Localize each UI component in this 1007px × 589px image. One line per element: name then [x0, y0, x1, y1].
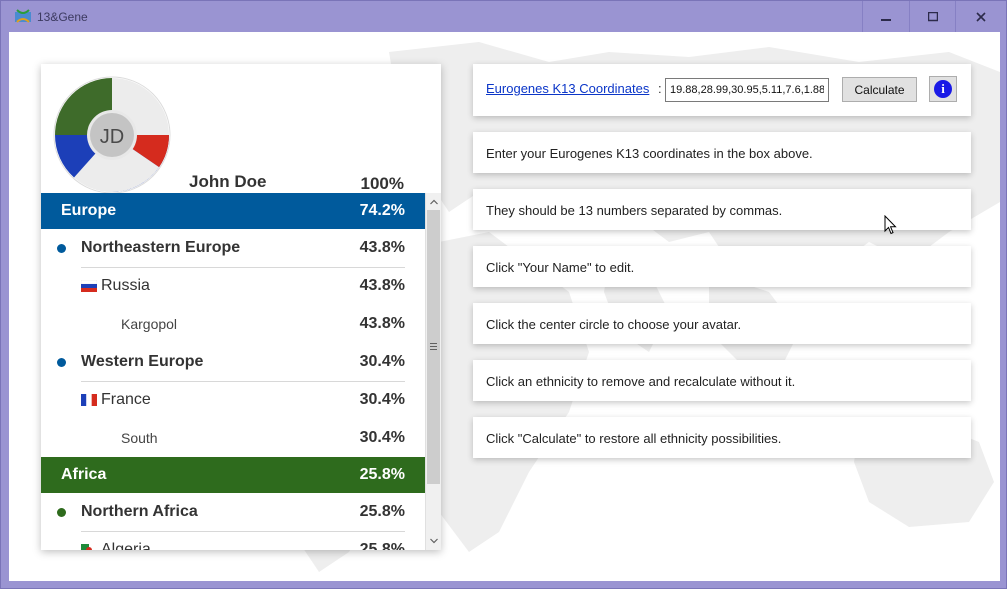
pie-chart-svg: JD	[52, 75, 172, 195]
ancestry-scrollbar[interactable]	[425, 193, 441, 550]
coordinates-input[interactable]	[665, 78, 829, 102]
minimize-icon	[880, 18, 891, 21]
ancestry-percent: 30.4%	[359, 429, 405, 446]
row-divider	[81, 531, 405, 532]
ancestry-percent: 25.8%	[359, 503, 405, 520]
russia-flag-icon	[81, 280, 97, 292]
scroll-down-button[interactable]	[426, 533, 441, 549]
ancestry-label: Africa	[61, 466, 107, 483]
title-bar[interactable]: 13&Gene	[1, 1, 1006, 32]
ancestry-label: Europe	[61, 202, 117, 219]
ancestry-label: Kargopol	[121, 316, 178, 332]
scroll-thumb[interactable]	[427, 210, 440, 484]
close-icon	[976, 11, 986, 22]
avatar-initials: JD	[100, 126, 124, 148]
bullet-dot-icon	[57, 358, 66, 367]
grip-icon	[430, 343, 437, 350]
ancestry-percent: 25.8%	[359, 541, 405, 550]
hint-text: They should be 13 numbers separated by c…	[486, 203, 783, 218]
ancestry-percent: 43.8%	[359, 239, 405, 256]
minimize-button[interactable]	[862, 1, 908, 32]
ancestry-percent: 43.8%	[359, 315, 405, 332]
ancestry-label: Northern Africa	[81, 503, 198, 520]
hint-panel: Click an ethnicity to remove and recalcu…	[473, 360, 971, 401]
subregion-row[interactable]: Northern Africa 25.8%	[41, 493, 425, 531]
coordinates-panel: Eurogenes K13 Coordinates : Calculate i	[473, 64, 971, 116]
info-icon: i	[934, 80, 952, 98]
ancestry-label: South	[121, 430, 158, 446]
hint-text: Click the center circle to choose your a…	[486, 317, 742, 332]
hint-text: Click "Calculate" to restore all ethnici…	[486, 431, 782, 446]
locality-row[interactable]: Kargopol 43.8%	[41, 305, 425, 343]
ancestry-percent: 25.8%	[359, 466, 405, 483]
bullet-dot-icon	[57, 244, 66, 253]
chevron-down-icon	[429, 538, 438, 544]
hint-text: Click an ethnicity to remove and recalcu…	[486, 374, 796, 389]
subregion-row[interactable]: Western Europe 30.4%	[41, 343, 425, 381]
ancestry-percent: 30.4%	[359, 391, 405, 408]
user-name[interactable]: John Doe	[189, 172, 266, 192]
user-total-percent: 100%	[360, 174, 404, 193]
hint-panel: Enter your Eurogenes K13 coordinates in …	[473, 132, 971, 173]
region-row[interactable]: Europe 74.2%	[41, 193, 425, 229]
ancestry-label: Northeastern Europe	[81, 239, 241, 256]
dna-app-icon	[15, 9, 31, 23]
country-row[interactable]: Russia 43.8%	[41, 267, 425, 305]
app-window: 13&Gene JD John Doe 100% Europe 74.2% No…	[0, 0, 1007, 589]
info-button[interactable]: i	[929, 76, 957, 102]
ancestry-list: Europe 74.2% Northeastern Europe 43.8% Russi…	[41, 193, 425, 550]
ancestry-percent: 74.2%	[359, 202, 405, 219]
row-divider	[81, 381, 405, 382]
close-button[interactable]	[955, 1, 1006, 32]
ancestry-percent: 30.4%	[359, 353, 405, 370]
ancestry-percent: 43.8%	[359, 277, 405, 294]
coordinates-colon: :	[658, 81, 662, 96]
country-row[interactable]: Algeria 25.8%	[41, 531, 425, 550]
ancestry-label: Western Europe	[81, 353, 204, 370]
france-flag-icon	[81, 394, 97, 406]
ancestry-pie-chart: JD	[51, 74, 173, 196]
eurogenes-k13-link[interactable]: Eurogenes K13 Coordinates	[486, 81, 649, 96]
maximize-icon	[927, 11, 938, 21]
hint-panel: Click "Calculate" to restore all ethnici…	[473, 417, 971, 458]
mouse-cursor-icon	[884, 215, 897, 235]
hint-text: Enter your Eurogenes K13 coordinates in …	[486, 146, 813, 161]
chevron-up-icon	[429, 199, 438, 205]
hint-panel: Click "Your Name" to edit.	[473, 246, 971, 287]
window-title: 13&Gene	[37, 10, 88, 24]
region-row[interactable]: Africa 25.8%	[41, 457, 425, 493]
scroll-up-button[interactable]	[426, 194, 441, 210]
subregion-row[interactable]: Northeastern Europe 43.8%	[41, 229, 425, 267]
hint-text: Click "Your Name" to edit.	[486, 260, 635, 275]
locality-row[interactable]: South 30.4%	[41, 419, 425, 457]
country-row[interactable]: France 30.4%	[41, 381, 425, 419]
row-divider	[81, 267, 405, 268]
hint-panel: Click the center circle to choose your a…	[473, 303, 971, 344]
bullet-dot-icon	[57, 508, 66, 517]
calculate-button[interactable]: Calculate	[842, 77, 917, 102]
ancestry-label: France	[101, 391, 151, 408]
ancestry-card: JD John Doe 100% Europe 74.2% Northeastern…	[41, 64, 441, 550]
ancestry-label: Algeria	[101, 541, 151, 550]
algeria-flag-icon	[81, 544, 97, 550]
client-area: JD John Doe 100% Europe 74.2% Northeastern…	[9, 32, 1000, 581]
ancestry-label: Russia	[101, 277, 150, 294]
maximize-button[interactable]	[909, 1, 955, 32]
